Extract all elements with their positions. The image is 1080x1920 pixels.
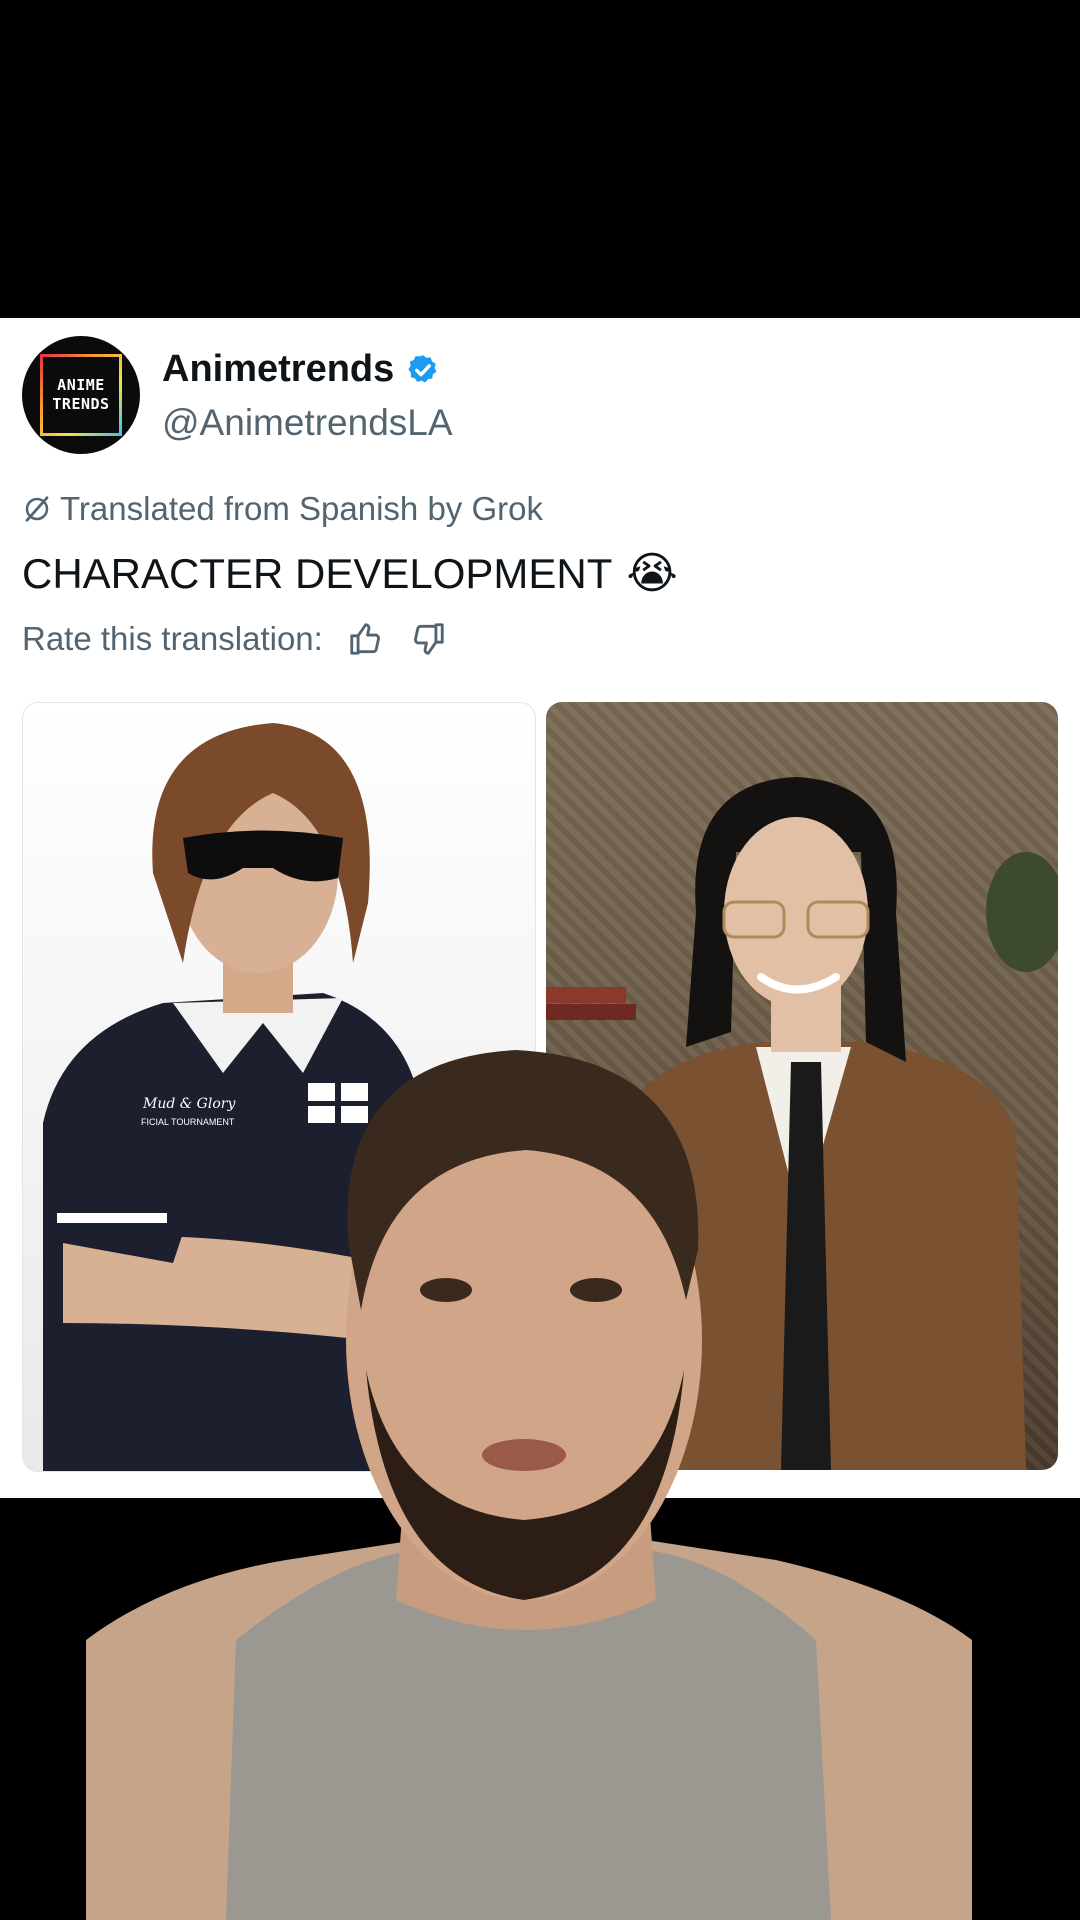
- presenter-video-overlay: [86, 1050, 972, 1920]
- avatar-logo-line1: ANIME: [57, 376, 105, 394]
- rate-translation-row: Rate this translation:: [22, 620, 447, 658]
- tweet-text-body: CHARACTER DEVELOPMENT: [22, 550, 613, 597]
- crying-face-emoji: 😭: [626, 549, 678, 598]
- avatar-logo-line2: TRENDS: [52, 395, 110, 413]
- tweet-text: CHARACTER DEVELOPMENT 😭: [22, 550, 678, 598]
- thumbs-up-icon[interactable]: [347, 620, 385, 658]
- video-frame: ANIME TRENDS Animetrends @AnimetrendsLA …: [0, 0, 1080, 1920]
- translation-note-text: Translated from Spanish by Grok: [60, 490, 543, 527]
- thumbs-down-icon[interactable]: [409, 620, 447, 658]
- grok-icon: [25, 496, 49, 522]
- verified-badge-icon: [408, 354, 437, 382]
- avatar[interactable]: ANIME TRENDS: [22, 336, 140, 454]
- translation-note: Translated from Spanish by Grok: [22, 490, 543, 528]
- author-display-name[interactable]: Animetrends: [162, 348, 394, 391]
- author-handle[interactable]: @AnimetrendsLA: [162, 402, 453, 444]
- author-name-row: Animetrends: [162, 348, 440, 391]
- avatar-logo: ANIME TRENDS: [40, 354, 122, 436]
- rate-translation-label: Rate this translation:: [22, 620, 323, 657]
